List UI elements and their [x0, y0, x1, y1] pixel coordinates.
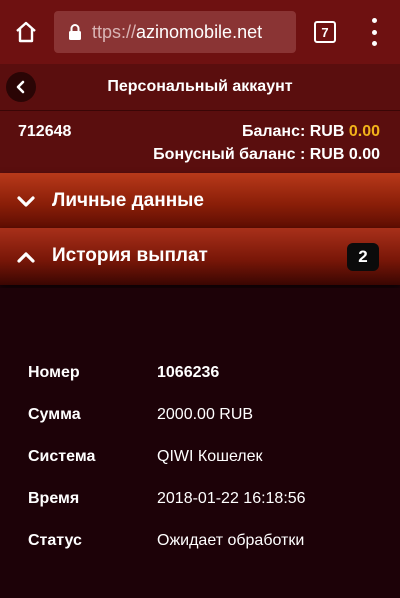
detail-row-amount: Сумма 2000.00 RUB	[0, 400, 400, 430]
chevron-up-icon	[14, 246, 38, 268]
home-button[interactable]	[0, 0, 52, 64]
payout-details: Номер 1066236 Сумма 2000.00 RUB Система …	[0, 288, 400, 598]
system-label: Система	[28, 448, 96, 465]
system-value: QIWI Кошелек	[157, 448, 263, 465]
address-bar[interactable]: ttps://azinomobile.net	[54, 11, 296, 53]
amount-value: 2000.00 RUB	[157, 406, 254, 423]
detail-row-status: Статус Ожидает обработки	[0, 526, 400, 556]
bonus-balance-label: Бонусный баланс : RUB	[153, 146, 345, 163]
tab-switcher-button[interactable]: 7	[314, 21, 336, 43]
menu-dot-icon	[371, 41, 377, 46]
time-label: Время	[28, 490, 80, 507]
number-label: Номер	[28, 364, 80, 381]
status-value: Ожидает обработки	[157, 532, 305, 549]
url-host: azinomobile.net	[136, 21, 263, 42]
url-text: ttps://azinomobile.net	[92, 22, 262, 43]
detail-row-system: Система QIWI Кошелек	[0, 442, 400, 472]
menu-dot-icon	[371, 18, 377, 23]
detail-row-time: Время 2018-01-22 16:18:56	[0, 484, 400, 514]
section-payout-history[interactable]: История выплат	[0, 228, 400, 285]
payout-count-badge: 2	[347, 243, 379, 271]
time-value: 2018-01-22 16:18:56	[157, 490, 306, 507]
more-menu-button[interactable]	[364, 18, 384, 46]
lock-icon	[68, 23, 82, 41]
home-icon	[16, 21, 36, 43]
balance-label: Баланс: RUB	[241, 123, 345, 140]
account-id: 712648	[18, 123, 72, 140]
bonus-balance-value: 0.00	[348, 146, 380, 163]
section-personal-data[interactable]: Личные данные	[0, 173, 400, 230]
number-value: 1066236	[157, 364, 220, 381]
chevron-down-icon	[14, 191, 38, 213]
status-label: Статус	[28, 532, 82, 549]
bonus-balance: Бонусный баланс : RUB 0.00	[153, 146, 380, 164]
balance-value: 0.00	[348, 123, 380, 140]
balance: Баланс: RUB 0.00	[242, 123, 380, 141]
detail-row-number: Номер 1066236	[0, 358, 400, 388]
section-personal-data-label: Личные данные	[52, 190, 204, 211]
page-header: Персональный аккаунт	[0, 64, 400, 111]
url-scheme: ttps://	[92, 21, 137, 42]
section-payout-history-label: История выплат	[52, 245, 208, 266]
page-title: Персональный аккаунт	[107, 78, 293, 95]
amount-label: Сумма	[28, 406, 81, 423]
browser-toolbar: ttps://azinomobile.net 7	[0, 0, 400, 64]
account-summary: 712648 Баланс: RUB 0.00 Бонусный баланс …	[0, 111, 400, 173]
menu-dot-icon	[371, 29, 377, 35]
